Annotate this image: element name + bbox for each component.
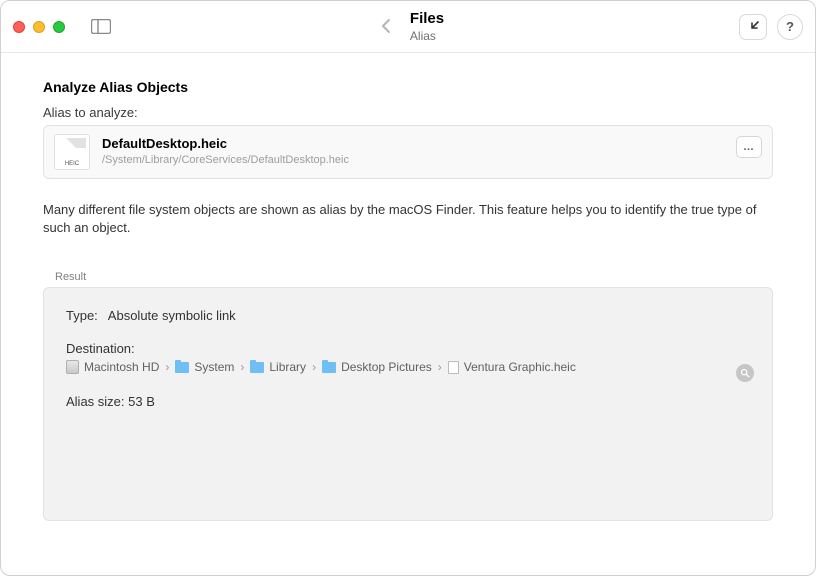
type-row: Type: Absolute symbolic link xyxy=(66,308,750,323)
breadcrumb-folder[interactable]: Desktop Pictures xyxy=(322,360,432,374)
title-area: Files Alias xyxy=(372,10,444,43)
breadcrumb-label: Macintosh HD xyxy=(84,360,159,374)
section-header: Analyze Alias Objects xyxy=(43,79,773,95)
alias-size-row: Alias size: 53 B xyxy=(66,394,750,409)
alias-field-label: Alias to analyze: xyxy=(43,105,773,120)
destination-label: Destination: xyxy=(66,341,750,356)
window-close-button[interactable] xyxy=(13,21,25,33)
alias-size-label: Alias size: xyxy=(66,394,125,409)
titlebar: Files Alias ? xyxy=(1,1,815,53)
toggle-sidebar-button[interactable] xyxy=(87,16,115,38)
magnifying-glass-icon xyxy=(740,368,750,378)
question-mark-icon: ? xyxy=(786,19,794,34)
help-button[interactable]: ? xyxy=(777,14,803,40)
file-thumbnail: HEIC xyxy=(54,134,90,170)
type-label: Type: xyxy=(66,308,98,323)
window-fullscreen-button[interactable] xyxy=(53,21,65,33)
breadcrumb-label: Ventura Graphic.heic xyxy=(464,360,576,374)
ellipsis-icon: … xyxy=(743,141,755,153)
window-subtitle: Alias xyxy=(410,29,444,43)
file-icon xyxy=(448,361,459,374)
toolbar-right: ? xyxy=(739,14,803,40)
sidebar-icon xyxy=(91,19,111,34)
alias-size-value: 53 B xyxy=(128,394,155,409)
window-minimize-button[interactable] xyxy=(33,21,45,33)
folder-icon xyxy=(322,362,336,373)
result-group-label: Result xyxy=(55,271,773,283)
file-texts: DefaultDesktop.heic /System/Library/Core… xyxy=(102,136,349,167)
disk-icon xyxy=(66,360,79,374)
chevron-right-icon: › xyxy=(165,360,169,374)
content-area: Analyze Alias Objects Alias to analyze: … xyxy=(1,53,815,576)
folder-icon xyxy=(175,362,189,373)
breadcrumb-folder[interactable]: Library xyxy=(250,360,306,374)
breadcrumb-file[interactable]: Ventura Graphic.heic xyxy=(448,360,576,374)
breadcrumb-root[interactable]: Macintosh HD xyxy=(66,360,159,374)
folder-icon xyxy=(250,362,264,373)
type-value: Absolute symbolic link xyxy=(108,308,236,323)
destination-breadcrumb: Macintosh HD › System › Library › xyxy=(66,360,750,374)
chevron-left-icon xyxy=(381,18,391,34)
result-box: Type: Absolute symbolic link Destination… xyxy=(43,287,773,521)
file-more-button[interactable]: … xyxy=(736,136,762,158)
traffic-lights xyxy=(13,21,65,33)
file-thumb-label: HEIC xyxy=(65,161,79,167)
chevron-right-icon: › xyxy=(438,360,442,374)
file-drop-well[interactable]: HEIC DefaultDesktop.heic /System/Library… xyxy=(43,125,773,179)
arrow-down-left-icon xyxy=(746,20,760,34)
chevron-right-icon: › xyxy=(240,360,244,374)
chevron-right-icon: › xyxy=(312,360,316,374)
window-title: Files xyxy=(410,10,444,28)
breadcrumb-folder[interactable]: System xyxy=(175,360,234,374)
back-button[interactable] xyxy=(372,12,400,40)
breadcrumb-label: System xyxy=(194,360,234,374)
breadcrumb-label: Desktop Pictures xyxy=(341,360,432,374)
destination-row: Destination: Macintosh HD › System › xyxy=(66,341,750,374)
selected-file-name: DefaultDesktop.heic xyxy=(102,136,349,153)
selected-file-path: /System/Library/CoreServices/DefaultDesk… xyxy=(102,153,349,167)
feature-description: Many different file system objects are s… xyxy=(43,201,763,237)
result-group: Result Type: Absolute symbolic link Dest… xyxy=(43,271,773,521)
breadcrumb-label: Library xyxy=(269,360,306,374)
app-window: Files Alias ? Analyze Alias Objects Alia… xyxy=(0,0,816,576)
collapse-button[interactable] xyxy=(739,14,767,40)
reveal-in-finder-button[interactable] xyxy=(736,364,754,382)
